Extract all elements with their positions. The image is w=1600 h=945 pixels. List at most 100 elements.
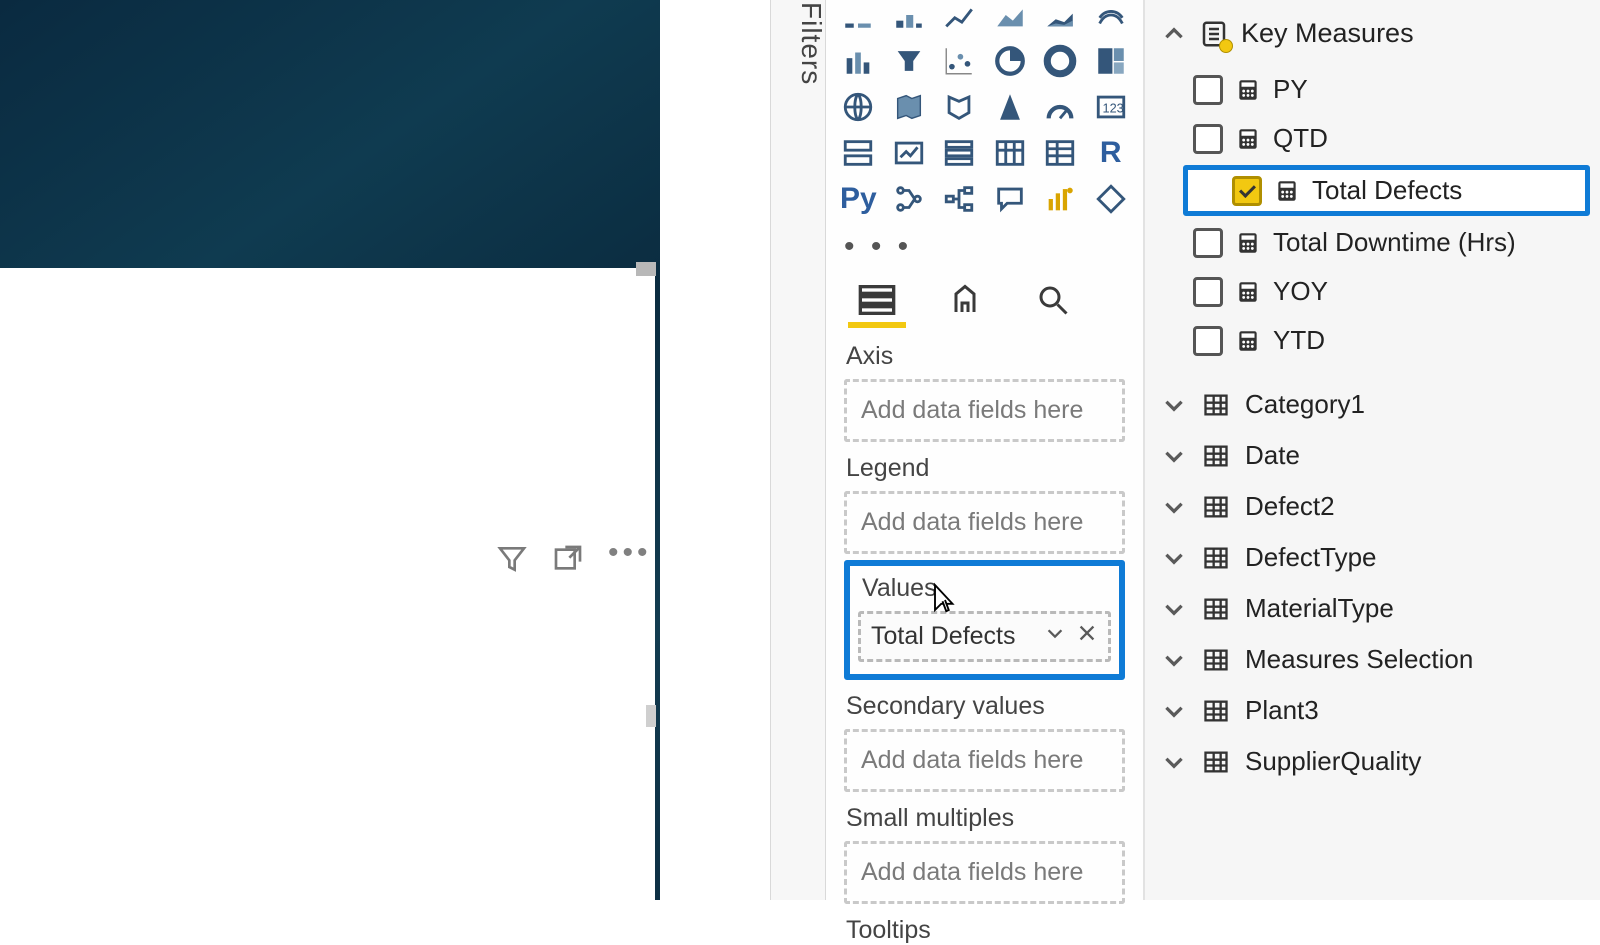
viz-r-visual-icon[interactable]: R bbox=[1093, 134, 1130, 172]
more-options-icon[interactable]: ••• bbox=[608, 543, 652, 580]
viz-stacked-area-icon[interactable] bbox=[1042, 0, 1079, 34]
viz-funnel-icon[interactable] bbox=[891, 42, 928, 80]
viz-format-tabs bbox=[826, 272, 1143, 328]
visual-resize-handle-top[interactable] bbox=[636, 262, 656, 276]
viz-map-icon[interactable] bbox=[840, 88, 877, 126]
field-checkbox[interactable] bbox=[1193, 75, 1223, 105]
viz-multirow-card-icon[interactable] bbox=[840, 134, 877, 172]
visualizations-pane: 123 R Py • • • bbox=[826, 0, 1144, 900]
table-label: SupplierQuality bbox=[1245, 746, 1421, 777]
fields-tab[interactable] bbox=[848, 278, 906, 328]
values-field-chip-label: Total Defects bbox=[871, 622, 1016, 651]
field-checkbox[interactable] bbox=[1193, 124, 1223, 154]
viz-smart-narrative-icon[interactable] bbox=[1042, 180, 1078, 218]
small-multiples-well-label: Small multiples bbox=[846, 804, 1125, 833]
table-icon bbox=[1201, 697, 1231, 725]
field-checkbox[interactable] bbox=[1193, 326, 1223, 356]
viz-qna-icon[interactable] bbox=[992, 180, 1028, 218]
table-item[interactable]: MaterialType bbox=[1145, 583, 1600, 634]
table-icon bbox=[1201, 493, 1231, 521]
legend-well-label: Legend bbox=[846, 454, 1125, 483]
analytics-tab[interactable] bbox=[1024, 278, 1082, 328]
measure-item[interactable]: Total Downtime (Hrs) bbox=[1145, 218, 1600, 267]
table-item[interactable]: Category1 bbox=[1145, 379, 1600, 430]
remove-field-icon[interactable] bbox=[1076, 622, 1098, 651]
small-multiples-placeholder: Add data fields here bbox=[861, 858, 1108, 887]
viz-line-icon[interactable] bbox=[941, 0, 978, 34]
table-item[interactable]: DefectType bbox=[1145, 532, 1600, 583]
field-checkbox[interactable] bbox=[1232, 176, 1262, 206]
viz-card-icon[interactable]: 123 bbox=[1093, 88, 1130, 126]
table-label: Date bbox=[1245, 440, 1300, 471]
filters-pane-collapsed[interactable]: Filters bbox=[770, 0, 826, 900]
chevron-up-icon bbox=[1161, 21, 1187, 47]
viz-decomposition-tree-icon[interactable] bbox=[941, 180, 977, 218]
viz-slicer-icon[interactable] bbox=[941, 134, 978, 172]
small-multiples-drop-zone[interactable]: Add data fields here bbox=[844, 841, 1125, 904]
table-label: Defect2 bbox=[1245, 491, 1335, 522]
viz-treemap-icon[interactable] bbox=[1093, 42, 1130, 80]
table-item[interactable]: SupplierQuality bbox=[1145, 736, 1600, 787]
viz-table-icon[interactable] bbox=[992, 134, 1029, 172]
calculator-icon bbox=[1235, 229, 1261, 257]
viz-key-influencers-icon[interactable] bbox=[891, 180, 927, 218]
values-field-chip[interactable]: Total Defects bbox=[858, 611, 1111, 662]
secondary-values-drop-zone[interactable]: Add data fields here bbox=[844, 729, 1125, 792]
format-tab[interactable] bbox=[936, 278, 994, 328]
table-item[interactable]: Date bbox=[1145, 430, 1600, 481]
viz-python-visual-icon[interactable]: Py bbox=[840, 180, 877, 218]
focus-mode-icon[interactable] bbox=[552, 543, 584, 580]
table-label: Measures Selection bbox=[1245, 644, 1473, 675]
viz-pie-icon[interactable] bbox=[992, 42, 1029, 80]
viz-scatter-icon[interactable] bbox=[941, 42, 978, 80]
axis-drop-zone[interactable]: Add data fields here bbox=[844, 379, 1125, 442]
calculator-icon bbox=[1235, 125, 1261, 153]
viz-filled-map-icon[interactable] bbox=[891, 88, 928, 126]
measure-list: PY QTD Total Defects Total Downtime (Hrs)YO… bbox=[1145, 63, 1600, 375]
filter-icon[interactable] bbox=[496, 543, 528, 580]
viz-matrix-icon[interactable] bbox=[1042, 134, 1079, 172]
values-well-label: Values bbox=[862, 574, 1111, 603]
table-icon bbox=[1201, 646, 1231, 674]
table-icon bbox=[1201, 442, 1231, 470]
table-icon bbox=[1201, 544, 1231, 572]
visual-placeholder[interactable]: ••• bbox=[0, 268, 655, 900]
values-well-highlighted: Values Total Defects bbox=[844, 560, 1125, 680]
table-item[interactable]: Measures Selection bbox=[1145, 634, 1600, 685]
measure-item[interactable]: YOY bbox=[1145, 267, 1600, 316]
viz-ribbon-icon[interactable] bbox=[1093, 0, 1130, 34]
table-item[interactable]: Plant3 bbox=[1145, 685, 1600, 736]
visual-resize-handle-side[interactable] bbox=[646, 705, 656, 727]
legend-drop-zone[interactable]: Add data fields here bbox=[844, 491, 1125, 554]
viz-area-icon[interactable] bbox=[992, 0, 1029, 34]
field-checkbox[interactable] bbox=[1193, 228, 1223, 258]
fields-group-header[interactable]: Key Measures bbox=[1145, 0, 1600, 63]
measure-item[interactable]: PY bbox=[1145, 65, 1600, 114]
measure-item[interactable]: QTD bbox=[1145, 114, 1600, 163]
viz-shape-map-icon[interactable] bbox=[941, 88, 978, 126]
warning-badge-icon bbox=[1219, 39, 1233, 53]
measure-item[interactable]: YTD bbox=[1145, 316, 1600, 365]
field-checkbox[interactable] bbox=[1193, 277, 1223, 307]
secondary-values-well-label: Secondary values bbox=[846, 692, 1125, 721]
viz-clustered-bar-icon[interactable] bbox=[891, 0, 928, 34]
chevron-down-icon bbox=[1161, 596, 1187, 622]
measure-item[interactable]: Total Defects bbox=[1183, 165, 1590, 216]
table-item[interactable]: Defect2 bbox=[1145, 481, 1600, 532]
viz-kpi-icon[interactable] bbox=[891, 134, 928, 172]
chevron-down-icon[interactable] bbox=[1044, 622, 1066, 651]
viz-clustered-column-icon[interactable] bbox=[840, 42, 877, 80]
canvas-gutter bbox=[660, 0, 770, 900]
chevron-down-icon bbox=[1161, 698, 1187, 724]
measure-label: PY bbox=[1273, 74, 1308, 105]
viz-gallery-more[interactable]: • • • bbox=[826, 230, 1143, 272]
viz-azure-map-icon[interactable] bbox=[992, 88, 1029, 126]
viz-stacked-bar-icon[interactable] bbox=[840, 0, 877, 34]
viz-paginated-report-icon[interactable] bbox=[1093, 180, 1129, 218]
fields-group-name: Key Measures bbox=[1241, 18, 1414, 49]
viz-donut-icon[interactable] bbox=[1042, 42, 1079, 80]
measure-label: Total Defects bbox=[1312, 175, 1462, 206]
table-icon bbox=[1201, 595, 1231, 623]
viz-gauge-icon[interactable] bbox=[1042, 88, 1079, 126]
chevron-down-icon bbox=[1161, 749, 1187, 775]
